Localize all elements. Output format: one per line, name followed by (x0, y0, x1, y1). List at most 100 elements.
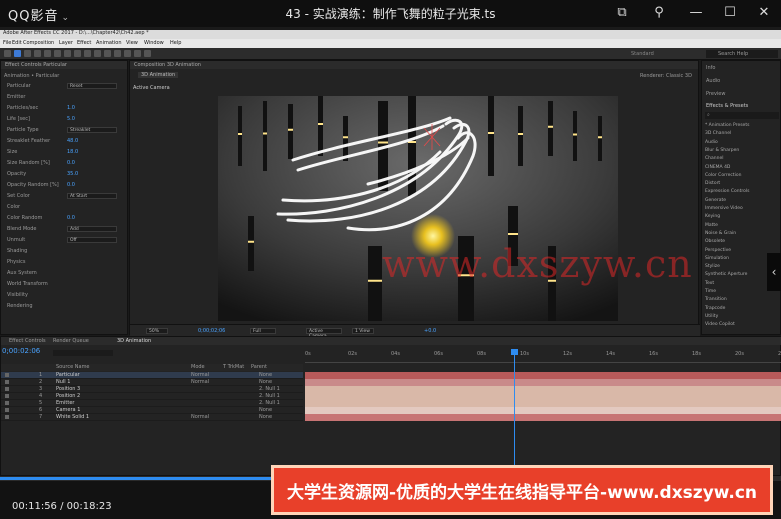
effect-category-item[interactable]: Matte (705, 223, 718, 228)
search-help-input[interactable]: Search Help (706, 50, 778, 58)
info-panel-tab[interactable]: Info (706, 65, 715, 71)
effect-row[interactable]: Blend Mode Add (3, 226, 127, 234)
zoom-select[interactable]: 50% (146, 328, 168, 334)
layer-name[interactable]: Particular (56, 372, 80, 378)
effect-param-value[interactable]: Add (67, 226, 117, 232)
layer-row[interactable]: 3 Position 3 2. Null 1 (1, 386, 303, 393)
effects-search-input[interactable]: ⌕ (705, 112, 779, 119)
effect-category-item[interactable]: Keying (705, 214, 720, 219)
composition-tab[interactable]: Composition 3D Animation (130, 61, 698, 69)
effect-param-value[interactable]: 5.0 (67, 116, 75, 122)
effect-controls-tab[interactable]: Effect Controls Particular (1, 61, 127, 69)
brush-tool-icon[interactable] (104, 50, 111, 57)
layer-parent[interactable]: 2. Null 1 (259, 393, 280, 399)
effect-category-item[interactable]: Synthetic Aperture (705, 272, 747, 277)
effect-row[interactable]: Particle Type Streaklet (3, 127, 127, 135)
effect-row[interactable]: Opacity 35.0 (3, 171, 127, 179)
effect-row[interactable]: Color Random 0.0 (3, 215, 127, 223)
effect-category-item[interactable]: CINEMA 4D (705, 165, 730, 170)
layer-track-bar[interactable] (305, 372, 781, 379)
mini-mode-icon[interactable]: ⧉ (612, 3, 632, 23)
effect-row[interactable]: Visibility (3, 292, 127, 300)
effect-row[interactable]: Set Color At Start (3, 193, 127, 201)
effect-row[interactable]: Streaklet Feather 48.0 (3, 138, 127, 146)
effect-row[interactable]: Unmult Off (3, 237, 127, 245)
effect-row[interactable]: Particles/sec 1.0 (3, 105, 127, 113)
audio-panel-tab[interactable]: Audio (706, 78, 720, 84)
exposure-value[interactable]: +0.0 (424, 328, 436, 334)
effect-row[interactable]: Size Random [%] 0.0 (3, 160, 127, 168)
playhead-handle[interactable] (511, 349, 518, 355)
effects-presets-tab[interactable]: Effects & Presets (706, 103, 748, 109)
effect-category-item[interactable]: Utility (705, 314, 718, 319)
layer-parent[interactable]: 2. Null 1 (259, 386, 280, 392)
views-select[interactable]: 1 View (352, 328, 374, 334)
effect-param-value[interactable]: Reset (67, 83, 117, 89)
effect-category-item[interactable]: Stylize (705, 264, 720, 269)
eye-icon[interactable] (5, 401, 9, 405)
effect-category-item[interactable]: Channel (705, 156, 723, 161)
layer-row[interactable]: 6 Camera 1 None (1, 407, 303, 414)
effect-row[interactable]: Emitter (3, 94, 127, 102)
effect-param-value[interactable]: 0.0 (67, 160, 75, 166)
effect-category-item[interactable]: Generate (705, 198, 726, 203)
layer-name[interactable]: Position 2 (56, 393, 80, 399)
effect-category-item[interactable]: Audio (705, 140, 718, 145)
menu-file[interactable]: File (3, 40, 11, 46)
effect-category-item[interactable]: Blur & Sharpen (705, 148, 739, 153)
timeline-tab-3d-animation[interactable]: 3D Animation (117, 338, 151, 344)
layer-parent[interactable]: None (259, 372, 272, 378)
layer-row[interactable]: 1 Particular Normal None (1, 372, 303, 379)
camera-tool-icon[interactable] (54, 50, 61, 57)
layer-name[interactable]: White Solid 1 (56, 414, 89, 420)
layer-track-bar[interactable] (305, 407, 781, 414)
preview-panel-tab[interactable]: Preview (706, 91, 725, 97)
effect-row[interactable]: Size 18.0 (3, 149, 127, 157)
layer-search-input[interactable] (53, 350, 113, 356)
pan-behind-tool-icon[interactable] (64, 50, 71, 57)
layer-track-bar[interactable] (305, 386, 781, 393)
effect-category-item[interactable]: Expression Controls (705, 189, 749, 194)
effect-category-item[interactable]: Color Correction (705, 173, 741, 178)
chevron-left-icon[interactable]: ‹ (767, 253, 781, 291)
eraser-tool-icon[interactable] (124, 50, 131, 57)
layer-track-bar[interactable] (305, 393, 781, 400)
menu-view[interactable]: View (126, 40, 138, 46)
resolution-select[interactable]: Full (250, 328, 276, 334)
roto-tool-icon[interactable] (134, 50, 141, 57)
effect-category-item[interactable]: 3D Channel (705, 131, 731, 136)
effect-param-value[interactable]: 48.0 (67, 138, 78, 144)
effect-row[interactable]: Color (3, 204, 127, 212)
effect-param-value[interactable]: At Start (67, 193, 117, 199)
eye-icon[interactable] (5, 415, 9, 419)
effect-row[interactable]: Aux System (3, 270, 127, 278)
effect-row[interactable]: World Transform (3, 281, 127, 289)
viewer-timecode[interactable]: 0;00;02;06 (198, 328, 225, 334)
rotate-tool-icon[interactable] (44, 50, 51, 57)
layer-mode[interactable]: Normal (191, 414, 209, 420)
layer-track-bar[interactable] (305, 379, 781, 386)
layer-parent[interactable]: 2. Null 1 (259, 400, 280, 406)
maximize-button[interactable]: ☐ (720, 3, 740, 23)
menu-composition[interactable]: Composition (23, 40, 54, 46)
app-logo-menu[interactable]: QQ影音 ⌄ (8, 5, 70, 24)
camera-select[interactable]: Active Camera (306, 328, 342, 339)
hand-tool-icon[interactable] (24, 50, 31, 57)
type-tool-icon[interactable] (94, 50, 101, 57)
eye-icon[interactable] (5, 408, 9, 412)
close-button[interactable]: ✕ (754, 3, 774, 23)
effect-param-value[interactable]: 1.0 (67, 105, 75, 111)
effect-category-item[interactable]: Transition (705, 297, 727, 302)
layer-parent[interactable]: None (259, 379, 272, 385)
effect-category-item[interactable]: Simulation (705, 256, 729, 261)
layer-name[interactable]: Position 3 (56, 386, 80, 392)
effect-row[interactable]: Life [sec] 5.0 (3, 116, 127, 124)
effect-param-value[interactable]: 35.0 (67, 171, 78, 177)
eye-icon[interactable] (5, 387, 9, 391)
effect-row[interactable]: Shading (3, 248, 127, 256)
effect-category-item[interactable]: Perspective (705, 248, 731, 253)
layer-row[interactable]: 4 Position 2 2. Null 1 (1, 393, 303, 400)
composition-canvas[interactable] (218, 96, 618, 321)
eye-icon[interactable] (5, 394, 9, 398)
effect-row[interactable]: Rendering (3, 303, 127, 311)
